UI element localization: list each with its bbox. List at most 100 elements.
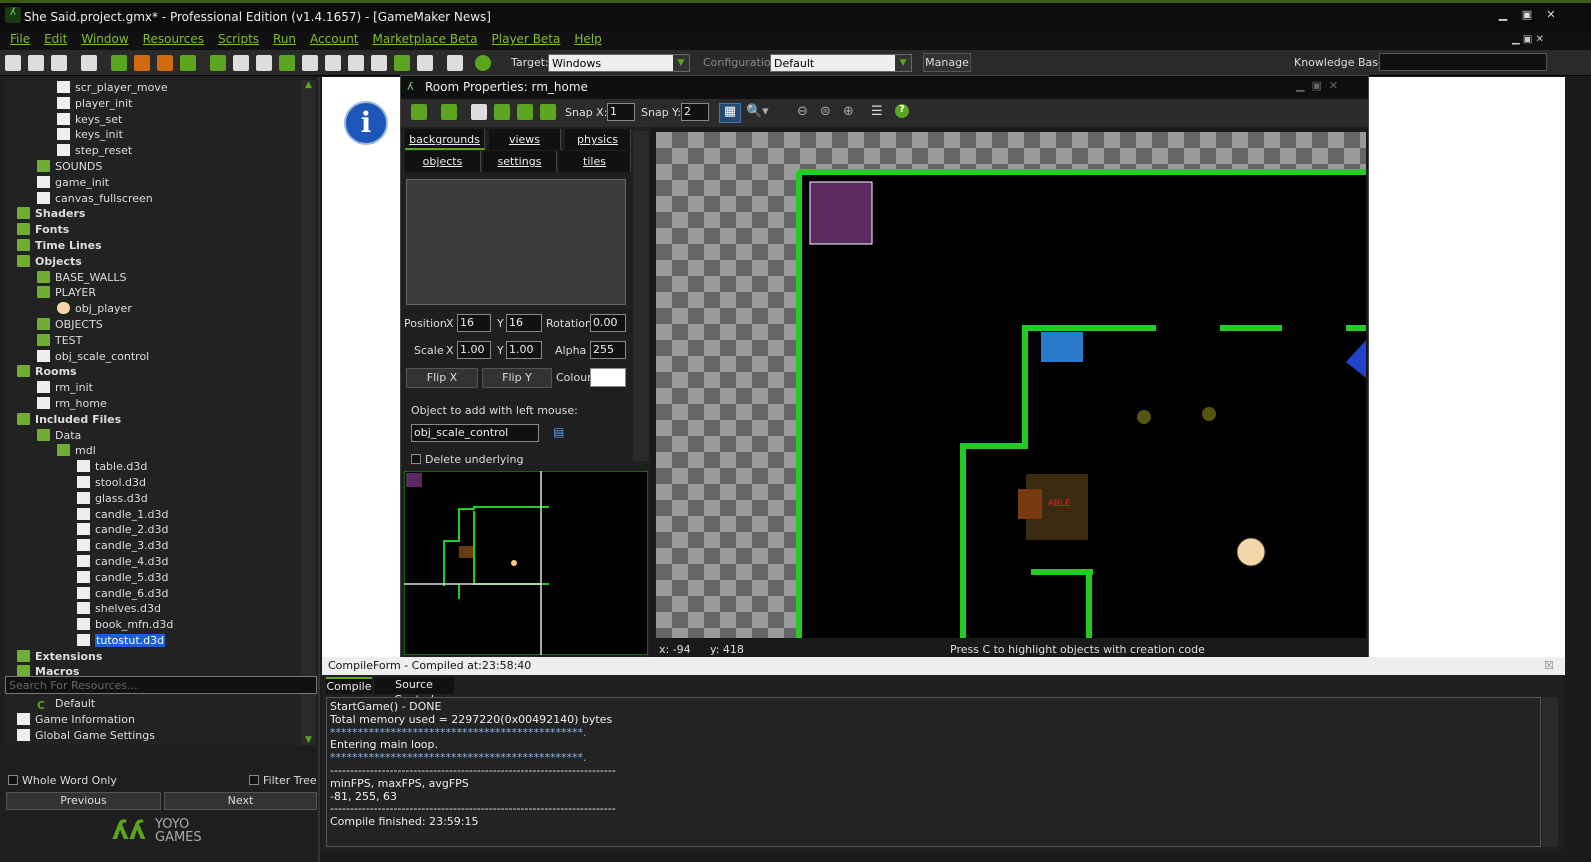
- room-minimap[interactable]: [404, 471, 648, 655]
- search-input[interactable]: Search For Resources...: [5, 676, 317, 694]
- stop-icon[interactable]: [157, 55, 173, 71]
- font-icon[interactable]: [348, 55, 364, 71]
- tree-item[interactable]: Rooms: [5, 364, 301, 380]
- add-object-input[interactable]: obj_scale_control: [411, 424, 539, 442]
- tree-scrollbar[interactable]: ▲ ▼: [301, 80, 316, 745]
- help-icon[interactable]: ?: [895, 104, 909, 118]
- manage-button[interactable]: Manage: [923, 53, 971, 72]
- next-button[interactable]: Next: [164, 792, 317, 810]
- list-icon[interactable]: ☰: [871, 104, 883, 119]
- tree-item[interactable]: obj_player: [5, 301, 301, 317]
- tree-item[interactable]: keys_set: [5, 112, 301, 128]
- timeline-icon[interactable]: [371, 55, 387, 71]
- tab-objects[interactable]: objects: [405, 151, 481, 172]
- tree-item[interactable]: table.d3d: [5, 459, 301, 475]
- unlock-icon[interactable]: [540, 104, 556, 120]
- close-icon[interactable]: ☒: [1544, 659, 1554, 672]
- tree-item[interactable]: Shaders: [5, 206, 301, 222]
- flip-x-button[interactable]: Flip X: [406, 368, 478, 388]
- tree-item[interactable]: candle_5.d3d: [5, 570, 301, 586]
- scale-y-input[interactable]: 1.00: [506, 341, 542, 359]
- colour-swatch[interactable]: [590, 368, 626, 387]
- tab-settings[interactable]: settings: [483, 151, 557, 172]
- tree-item[interactable]: Extensions: [5, 649, 301, 665]
- menu-scripts[interactable]: Scripts: [218, 32, 259, 46]
- tree-item[interactable]: Global Game Settings: [5, 728, 301, 744]
- clear-icon[interactable]: [471, 104, 487, 120]
- background-icon[interactable]: [256, 55, 272, 71]
- snap-y-input[interactable]: 2: [681, 103, 709, 121]
- tree-item[interactable]: candle_2.d3d: [5, 522, 301, 538]
- snap-x-input[interactable]: 1: [607, 103, 635, 121]
- object-menu-icon[interactable]: ▤: [553, 425, 564, 439]
- tree-item[interactable]: PLAYER: [5, 285, 301, 301]
- menu-account[interactable]: Account: [310, 32, 358, 46]
- tree-item[interactable]: mdl: [5, 443, 301, 459]
- sprite-icon[interactable]: [210, 55, 226, 71]
- tree-item[interactable]: keys_init: [5, 127, 301, 143]
- save-icon[interactable]: [51, 55, 67, 71]
- open-icon[interactable]: [28, 55, 44, 71]
- output-scrollbar[interactable]: [1542, 697, 1558, 847]
- tree-item[interactable]: rm_init: [5, 380, 301, 396]
- undo-icon[interactable]: [441, 104, 457, 120]
- target-select[interactable]: Windows ▼: [548, 54, 690, 72]
- tree-item[interactable]: step_reset: [5, 143, 301, 159]
- mdi-controls[interactable]: ▁ ▣ ✕: [1512, 34, 1544, 45]
- minimize-button[interactable]: ▁: [1492, 8, 1514, 22]
- tree-item[interactable]: candle_4.d3d: [5, 554, 301, 570]
- pos-x-input[interactable]: 16: [457, 314, 491, 332]
- path-icon[interactable]: [279, 55, 295, 71]
- object-icon[interactable]: [394, 55, 410, 71]
- tree-item[interactable]: shelves.d3d: [5, 601, 301, 617]
- rotation-input[interactable]: 0.00: [590, 314, 626, 332]
- tree-item[interactable]: candle_3.d3d: [5, 538, 301, 554]
- menu-help[interactable]: Help: [574, 32, 601, 46]
- tab-physics[interactable]: physics: [565, 129, 631, 150]
- tree-item[interactable]: player_init: [5, 96, 301, 112]
- tree-item[interactable]: Objects: [5, 254, 301, 270]
- tree-item[interactable]: tutostut.d3d: [5, 633, 301, 649]
- zoom-out-icon[interactable]: ⊖: [797, 104, 808, 119]
- ok-check-icon[interactable]: [411, 104, 427, 120]
- tree-item[interactable]: stool.d3d: [5, 475, 301, 491]
- new-icon[interactable]: [5, 55, 21, 71]
- shader-icon[interactable]: [325, 55, 341, 71]
- clean-icon[interactable]: [180, 55, 196, 71]
- tree-item[interactable]: canvas_fullscreen: [5, 191, 301, 207]
- tree-item[interactable]: Fonts: [5, 222, 301, 238]
- menu-resources[interactable]: Resources: [143, 32, 204, 46]
- tab-views[interactable]: views: [489, 129, 561, 150]
- scale-x-input[interactable]: 1.00: [457, 341, 491, 359]
- debug-icon[interactable]: [134, 55, 150, 71]
- filter-tree-checkbox[interactable]: Filter Tree: [249, 774, 317, 787]
- flip-y-button[interactable]: Flip Y: [482, 368, 552, 388]
- shift-icon[interactable]: [494, 104, 510, 120]
- sound-icon[interactable]: [233, 55, 249, 71]
- export-icon[interactable]: [81, 55, 97, 71]
- tree-item[interactable]: C Default: [5, 696, 301, 712]
- tab-tiles[interactable]: tiles: [559, 151, 631, 172]
- tree-item[interactable]: SOUNDS: [5, 159, 301, 175]
- menu-run[interactable]: Run: [273, 32, 296, 46]
- menu-file[interactable]: File: [10, 32, 30, 46]
- tree-item[interactable]: candle_6.d3d: [5, 586, 301, 602]
- help-icon[interactable]: [475, 55, 491, 71]
- delete-underlying-checkbox[interactable]: Delete underlying: [411, 453, 523, 466]
- zoom-reset-icon[interactable]: ⊜: [820, 104, 831, 119]
- alpha-input[interactable]: 255: [590, 341, 626, 359]
- room-window-controls[interactable]: ▁ ▣ ✕: [1296, 79, 1338, 92]
- tab-source-control[interactable]: Source Control: [374, 677, 454, 706]
- room-canvas[interactable]: ABLE: [656, 132, 1366, 638]
- tree-item[interactable]: obj_scale_control: [5, 349, 301, 365]
- tree-item[interactable]: scr_player_move: [5, 80, 301, 96]
- tree-item[interactable]: game_init: [5, 175, 301, 191]
- script-icon[interactable]: [302, 55, 318, 71]
- tree-item[interactable]: Time Lines: [5, 238, 301, 254]
- menu-edit[interactable]: Edit: [44, 32, 67, 46]
- configuration-select[interactable]: Default ▼: [770, 54, 912, 72]
- previous-button[interactable]: Previous: [6, 792, 161, 810]
- tree-item[interactable]: book_mfn.d3d: [5, 617, 301, 633]
- tree-item[interactable]: Game Information: [5, 712, 301, 728]
- tab-compile[interactable]: Compile: [326, 677, 372, 694]
